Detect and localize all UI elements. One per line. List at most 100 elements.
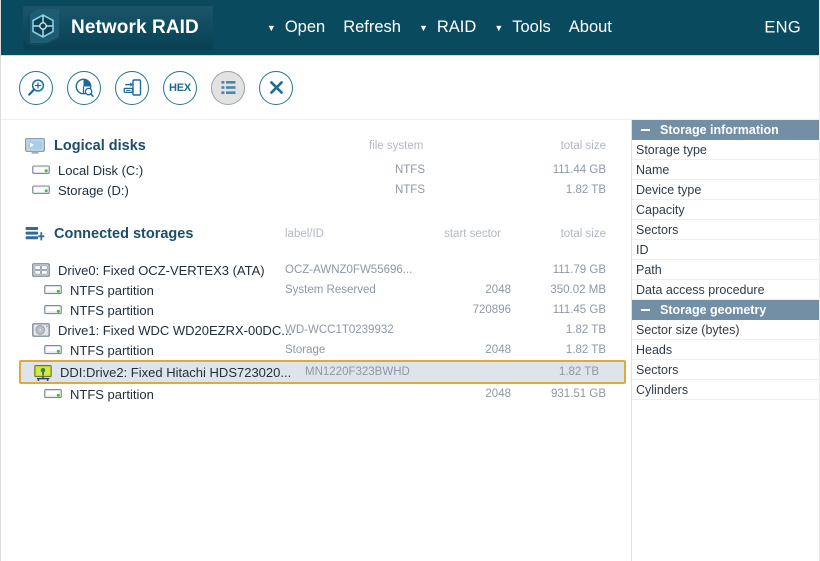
language-selector[interactable]: ENG xyxy=(764,18,801,37)
property-label: Capacity xyxy=(636,202,685,217)
partition-icon xyxy=(44,343,62,357)
logical-disks-header[interactable]: Logical disks file system total size xyxy=(1,132,631,160)
column-header-file-system: file system xyxy=(369,140,424,152)
table-row-label: NTFS partition xyxy=(70,282,154,298)
property-row-geometry-sectors: Sectors xyxy=(632,360,819,380)
hdd-icon xyxy=(32,323,50,337)
copy-disk-icon[interactable] xyxy=(115,70,149,105)
cell-total-size: 111.79 GB xyxy=(552,264,606,276)
table-row[interactable]: NTFS partition 720896 111.45 GB xyxy=(1,300,631,320)
menu-item-refresh[interactable]: Refresh xyxy=(334,14,410,41)
menu-item-raid[interactable]: ▼ RAID xyxy=(410,14,485,41)
property-row-heads: Heads xyxy=(632,340,819,360)
partition-icon xyxy=(44,303,62,317)
logical-disks-group: Logical disks file system total size Loc… xyxy=(1,132,631,200)
table-row-label: NTFS partition xyxy=(70,302,154,318)
menu-item-about-label: About xyxy=(568,18,612,36)
connected-storages-header[interactable]: Connected storages label/ID start sector… xyxy=(1,220,631,248)
cell-label-id: OCZ-AWNZ0FW55696... xyxy=(285,264,413,276)
cell-label-id: MN1220F323BWHD xyxy=(305,366,410,378)
property-row-sector-size: Sector size (bytes) xyxy=(632,320,819,340)
cell-label-id: System Reserved xyxy=(285,284,376,296)
list-item-label: Local Disk (C:) xyxy=(58,162,144,178)
main-menu: ▼ Open Refresh ▼ RAID ▼ Tools About xyxy=(258,0,621,55)
cell-total-size: 1.82 TB xyxy=(565,184,606,196)
menu-item-tools-label: Tools xyxy=(512,18,551,36)
table-row[interactable]: Drive0: Fixed OCZ-VERTEX3 (ATA) OCZ-AWNZ… xyxy=(1,260,631,280)
cell-start-sector: 2048 xyxy=(485,344,511,356)
property-row-device-type: Device type xyxy=(632,180,819,200)
property-label: Sectors xyxy=(636,222,679,237)
property-row-sectors: Sectors xyxy=(632,220,819,240)
menu-item-about[interactable]: About xyxy=(560,14,621,41)
property-label: Storage type xyxy=(636,142,707,157)
property-row-storage-type: Storage type xyxy=(632,140,819,160)
property-label: Device type xyxy=(636,182,702,197)
property-row-id: ID xyxy=(632,240,819,260)
monitor-icon xyxy=(25,137,45,155)
section-header-storage-information[interactable]: Storage information xyxy=(632,120,819,140)
table-row[interactable]: Drive1: Fixed WDC WD20EZRX-00DC... WD-WC… xyxy=(1,320,631,340)
cell-file-system: NTFS xyxy=(394,184,425,196)
property-row-name: Name xyxy=(632,160,819,180)
cell-total-size: 111.45 GB xyxy=(552,304,606,316)
table-row[interactable]: NTFS partition 2048 931.51 GB xyxy=(1,384,631,404)
connected-storages-title: Connected storages xyxy=(54,226,194,242)
cell-total-size: 1.82 TB xyxy=(558,366,599,378)
drive-icon xyxy=(32,183,50,197)
section-header-storage-information-label: Storage information xyxy=(660,123,779,137)
chevron-down-icon: ▼ xyxy=(494,23,504,33)
cell-total-size: 1.82 TB xyxy=(565,344,606,356)
partition-icon xyxy=(44,283,62,297)
minus-icon xyxy=(641,309,650,311)
table-row-selected-label: DDI:Drive2: Fixed Hitachi HDS723020... xyxy=(60,364,292,380)
scan-magnifier-icon[interactable] xyxy=(19,70,53,105)
table-row-selected[interactable]: DDI:Drive2: Fixed Hitachi HDS723020... M… xyxy=(19,360,626,384)
cell-label-id: WD-WCC1T0239932 xyxy=(285,324,394,336)
main-content: Logical disks file system total size Loc… xyxy=(1,120,819,561)
toolbar: HEX xyxy=(1,56,819,120)
table-row-label: NTFS partition xyxy=(70,386,154,402)
network-drive-icon xyxy=(34,365,52,381)
storages-icon xyxy=(25,226,45,243)
tree-top-spacer xyxy=(1,120,631,132)
hex-viewer-icon[interactable]: HEX xyxy=(163,70,197,105)
cell-total-size: 111.44 GB xyxy=(552,164,606,176)
chevron-down-icon: ▼ xyxy=(266,23,276,33)
cell-label-id: Storage xyxy=(285,344,326,356)
cell-total-size: 1.82 TB xyxy=(565,324,606,336)
close-icon[interactable] xyxy=(259,70,293,105)
property-label: Sector size (bytes) xyxy=(636,322,740,337)
column-header-total-size: total size xyxy=(560,228,606,240)
property-row-data-access-procedure: Data access procedure xyxy=(632,280,819,300)
cell-file-system: NTFS xyxy=(394,164,425,176)
property-label: Name xyxy=(636,162,670,177)
list-view-icon[interactable] xyxy=(211,70,245,105)
property-label: Data access procedure xyxy=(636,282,765,297)
menu-item-raid-label: RAID xyxy=(436,18,477,36)
menu-item-tools[interactable]: ▼ Tools xyxy=(485,14,559,41)
column-header-start-sector: start sector xyxy=(444,228,501,240)
table-row[interactable]: NTFS partition System Reserved 2048 350.… xyxy=(1,280,631,300)
section-header-storage-geometry[interactable]: Storage geometry xyxy=(632,300,819,320)
disk-analysis-icon[interactable] xyxy=(67,70,101,105)
tree-rows-spacer xyxy=(1,248,631,260)
list-item[interactable]: Local Disk (C:) NTFS 111.44 GB xyxy=(1,160,631,180)
menu-item-open[interactable]: ▼ Open xyxy=(258,14,334,41)
property-label: Path xyxy=(636,262,662,277)
table-row[interactable]: NTFS partition Storage 2048 1.82 TB xyxy=(1,340,631,360)
list-item[interactable]: Storage (D:) NTFS 1.82 TB xyxy=(1,180,631,200)
cell-total-size: 931.51 GB xyxy=(551,388,606,400)
property-row-path: Path xyxy=(632,260,819,280)
logical-disks-title: Logical disks xyxy=(54,138,146,154)
application-window: Network RAID ▼ Open Refresh ▼ RAID ▼ Too… xyxy=(0,0,820,561)
network-raid-hex-logo-icon xyxy=(23,7,65,49)
partition-icon xyxy=(44,387,62,401)
drive-icon xyxy=(32,163,50,177)
minus-icon xyxy=(641,129,650,131)
list-item-label: Storage (D:) xyxy=(58,182,129,198)
brand-area: Network RAID xyxy=(23,5,213,50)
cell-start-sector: 2048 xyxy=(485,388,511,400)
property-label: Cylinders xyxy=(636,382,689,397)
cell-total-size: 350.02 MB xyxy=(550,284,606,296)
